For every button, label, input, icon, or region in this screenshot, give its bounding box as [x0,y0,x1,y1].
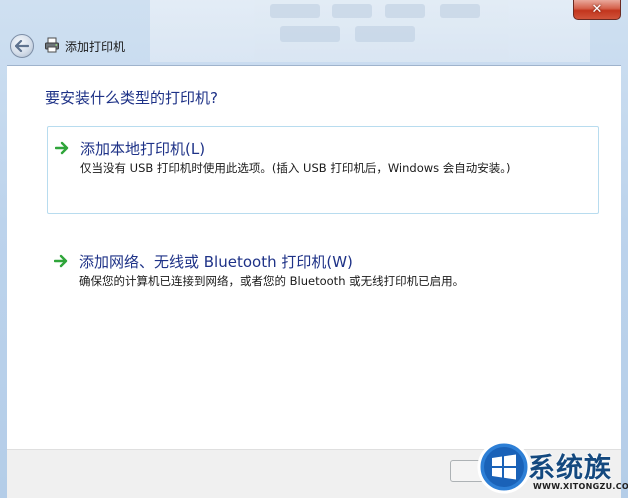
windows-logo-icon [477,440,531,494]
green-arrow-icon [54,254,68,268]
background-window [150,0,590,62]
option-description: 仅当没有 USB 打印机时使用此选项。(插入 USB 打印机后，Windows … [80,161,511,175]
green-arrow-icon [55,141,69,155]
option-local-printer[interactable]: 添加本地打印机(L) 仅当没有 USB 打印机时使用此选项。(插入 USB 打印… [47,126,599,214]
option-description: 确保您的计算机已连接到网络，或者您的 Bluetooth 或无线打印机已启用。 [79,274,465,288]
background-blur [355,26,415,42]
background-blur [280,26,340,42]
back-button[interactable] [10,34,34,58]
watermark-logo: 系统族 WWW.XITONGZU.COM [476,438,628,498]
background-blur [385,4,425,18]
option-network-printer[interactable]: 添加网络、无线或 Bluetooth 打印机(W) 确保您的计算机已连接到网络，… [47,240,599,328]
background-blur [332,4,372,18]
background-blur [270,4,320,18]
back-arrow-icon [15,40,29,52]
wizard-content: 要安装什么类型的打印机? 添加本地打印机(L) 仅当没有 USB 打印机时使用此… [7,65,621,449]
printer-icon [45,37,59,53]
watermark-brand: 系统族 [528,453,612,484]
watermark-url: WWW.XITONGZU.COM [533,482,628,491]
page-question: 要安装什么类型的打印机? [45,89,218,107]
window-title: 添加打印机 [65,40,126,54]
close-icon: ✕ [591,2,603,17]
option-title: 添加网络、无线或 Bluetooth 打印机(W) [79,253,353,271]
close-button[interactable]: ✕ [573,0,621,20]
background-blur [440,4,480,18]
add-printer-window: ✕ 添加打印机 要安装什么类型的打印机? 添加本地打印机(L) 仅当没有 USB… [0,0,628,498]
option-title: 添加本地打印机(L) [80,140,206,158]
